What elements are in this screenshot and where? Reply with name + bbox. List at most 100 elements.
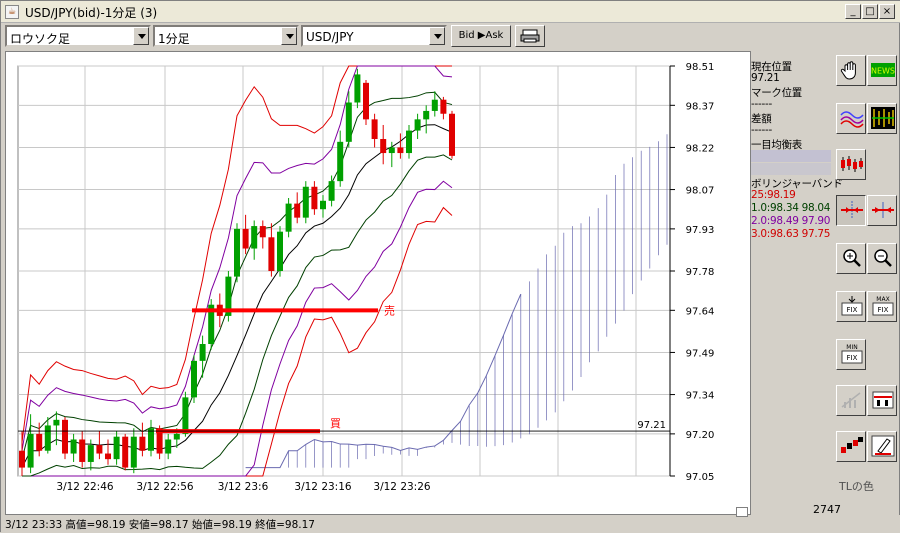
pen-button[interactable] bbox=[867, 431, 897, 462]
candle-body bbox=[165, 439, 172, 454]
zoom-in-button[interactable] bbox=[836, 243, 866, 274]
chevron-down-icon[interactable] bbox=[281, 27, 297, 45]
sell-label: 売 bbox=[384, 304, 395, 317]
info-panel: 現在位置 97.21 マーク位置 ------ 差額 ------ 一目均衡表 … bbox=[751, 51, 843, 491]
ichimoku-values-faded bbox=[751, 150, 831, 162]
chevron-down-icon[interactable] bbox=[429, 27, 445, 45]
bid-ask-button[interactable]: Bid ▶Ask bbox=[451, 25, 511, 47]
interval-select[interactable]: 1分足 bbox=[153, 25, 299, 47]
candle-body bbox=[285, 203, 292, 232]
bar-indicator-icon bbox=[871, 107, 895, 129]
cross-cursor-button[interactable] bbox=[836, 195, 866, 226]
candle-body bbox=[337, 141, 344, 182]
candle-body bbox=[354, 74, 361, 103]
svg-text:MIN: MIN bbox=[846, 344, 857, 351]
y-tick-label: 97.78 bbox=[686, 267, 715, 278]
toolbar: ロウソク足 1分足 USD/JPY Bid ▶Ask bbox=[1, 23, 900, 49]
zoom-in-icon bbox=[843, 249, 861, 267]
zoom-out-button[interactable] bbox=[867, 243, 897, 274]
fix-button[interactable]: FIX bbox=[836, 291, 866, 322]
candle-body bbox=[182, 397, 189, 434]
bb-1-value: 1.0:98.34 98.04 bbox=[751, 202, 831, 214]
candle-body bbox=[397, 147, 404, 154]
candle-body bbox=[53, 419, 60, 426]
candle-body bbox=[191, 360, 197, 398]
candle-body bbox=[139, 436, 146, 451]
candle-body bbox=[234, 228, 240, 277]
candle-body bbox=[277, 231, 283, 271]
printer-icon bbox=[520, 29, 540, 43]
window-title: USD/JPY(bid)-1分足 (3) bbox=[25, 6, 158, 20]
candle-body bbox=[363, 82, 369, 120]
hand-icon bbox=[840, 61, 856, 80]
zoom-out-icon bbox=[874, 249, 892, 267]
candle-body bbox=[320, 200, 326, 210]
pen-icon bbox=[871, 435, 895, 457]
candlestick-chart[interactable]: 98.51 98.37 98.22 98.07 97.93 97.78 97.64 97.49… bbox=[6, 52, 750, 514]
svg-text:FIX: FIX bbox=[847, 354, 858, 362]
candle-body bbox=[311, 186, 318, 210]
mark-pos-value: ------ bbox=[751, 98, 772, 110]
bb-3-value: 3.0:98.63 97.75 bbox=[751, 228, 831, 240]
y-tick-label: 97.34 bbox=[686, 391, 715, 402]
indicator-line-button[interactable] bbox=[836, 103, 866, 134]
candle-body bbox=[371, 119, 378, 140]
news-button[interactable]: NEWS bbox=[867, 55, 897, 86]
svg-text:MAX: MAX bbox=[876, 296, 889, 303]
squeeze-button[interactable] bbox=[867, 195, 897, 226]
candle-body bbox=[148, 428, 154, 451]
candle-body bbox=[122, 436, 129, 468]
buy-label: 買 bbox=[330, 417, 341, 430]
symbol-select[interactable]: USD/JPY bbox=[301, 25, 447, 47]
chevron-down-icon[interactable] bbox=[133, 27, 149, 45]
candle-body bbox=[242, 228, 249, 249]
minimize-button[interactable]: _ bbox=[845, 4, 861, 19]
candle-body bbox=[19, 450, 25, 468]
status-checkbox[interactable] bbox=[736, 507, 748, 517]
indicator-bar-button[interactable] bbox=[867, 103, 897, 134]
app-window: ☕ USD/JPY(bid)-1分足 (3) _ □ × ロウソク足 1分足 U… bbox=[0, 0, 900, 533]
y-tick-label: 97.93 bbox=[686, 225, 715, 236]
max-fix-button[interactable]: MAX FIX bbox=[867, 291, 897, 322]
squeeze-icon bbox=[872, 202, 894, 218]
candle-body bbox=[259, 226, 266, 238]
chart-type-select[interactable]: ロウソク足 bbox=[5, 25, 151, 47]
x-tick-label: 3/12 23:6 bbox=[218, 481, 269, 493]
y-tick-label: 97.49 bbox=[686, 348, 715, 359]
news-icon: NEWS bbox=[871, 63, 895, 77]
candle-body bbox=[36, 433, 43, 451]
tl-color-label: TLの色 bbox=[839, 480, 874, 493]
candle-body bbox=[251, 226, 258, 249]
bb-2-value: 2.0:98.49 97.90 bbox=[751, 215, 831, 227]
y-tick-label: 98.51 bbox=[686, 62, 715, 73]
y-tick-label: 97.05 bbox=[686, 472, 715, 483]
min-fix-button[interactable]: MIN FIX bbox=[836, 339, 866, 370]
trend-line-button[interactable] bbox=[836, 385, 866, 416]
cross-cursor-icon bbox=[841, 201, 863, 219]
candle-body bbox=[345, 102, 352, 142]
chart-panel[interactable]: 98.51 98.37 98.22 98.07 97.93 97.78 97.64 97.49… bbox=[5, 51, 751, 515]
hand-tool-button[interactable] bbox=[836, 55, 866, 86]
print-button[interactable] bbox=[515, 25, 545, 47]
candle-body bbox=[44, 425, 51, 451]
title-bar[interactable]: ☕ USD/JPY(bid)-1分足 (3) _ □ × bbox=[1, 1, 900, 23]
maximize-button[interactable]: □ bbox=[862, 4, 878, 19]
ichimoku-values-faded-2 bbox=[751, 163, 831, 175]
candle-body bbox=[294, 203, 301, 218]
candle-button[interactable] bbox=[836, 149, 866, 180]
tool-panel: NEWS FIX MAX FIX MIN FIX bbox=[836, 51, 898, 481]
candle-body bbox=[268, 237, 275, 271]
line-indicator-icon bbox=[840, 111, 864, 128]
candle-body bbox=[199, 344, 206, 361]
candle-body bbox=[449, 113, 455, 156]
bar-color-button[interactable] bbox=[867, 385, 897, 416]
diff-value: ------ bbox=[751, 124, 772, 136]
symbol-value: USD/JPY bbox=[306, 30, 354, 44]
candle-body bbox=[62, 419, 68, 454]
candle-color-button[interactable] bbox=[836, 431, 866, 462]
candle-body bbox=[380, 139, 387, 154]
status-text: 3/12 23:33 高値=98.19 安値=98.17 始値=98.19 終値… bbox=[5, 519, 315, 531]
y-tick-label: 98.07 bbox=[686, 186, 715, 197]
candle-body bbox=[328, 181, 335, 201]
close-button[interactable]: × bbox=[879, 4, 895, 19]
